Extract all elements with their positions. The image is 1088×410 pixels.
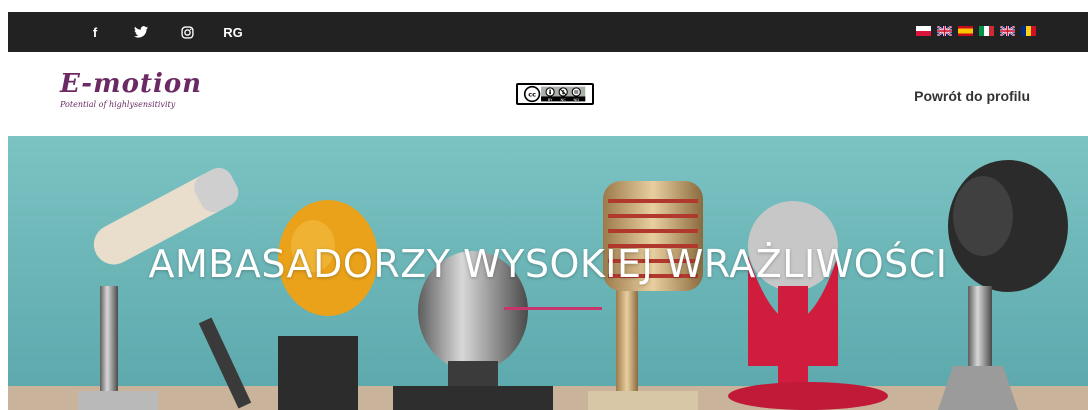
facebook-icon[interactable]: f bbox=[82, 12, 108, 52]
svg-text:NC: NC bbox=[561, 98, 567, 102]
cc-by-nc-nd-icon[interactable]: cc $ BY NC ND bbox=[516, 83, 594, 105]
svg-text:BY: BY bbox=[548, 98, 553, 102]
romania-flag-icon[interactable] bbox=[1021, 26, 1036, 36]
language-selector bbox=[916, 26, 1036, 36]
site-logo[interactable]: E-motion Potential of highlysensitivity bbox=[60, 70, 210, 122]
svg-text:cc: cc bbox=[528, 90, 536, 98]
poland-flag-icon[interactable] bbox=[916, 26, 931, 36]
logo-title: E-motion bbox=[60, 69, 203, 99]
facebook-glyph: f bbox=[92, 24, 98, 40]
hero-title: AMBASADORZY WYSOKIEJ WRAŻLIWOŚCI bbox=[148, 242, 948, 286]
logo-subtitle: Potential of highlysensitivity bbox=[60, 100, 176, 109]
researchgate-icon[interactable]: RG bbox=[220, 12, 246, 52]
site-header: E-motion Potential of highlysensitivity … bbox=[8, 52, 1088, 136]
instagram-glyph bbox=[180, 25, 194, 39]
top-bar: f RG bbox=[8, 12, 1088, 52]
back-to-profile-link[interactable]: Powrót do profilu bbox=[914, 88, 1030, 104]
social-links: f RG bbox=[82, 12, 266, 52]
svg-text:ND: ND bbox=[573, 98, 579, 102]
twitter-glyph bbox=[134, 26, 148, 38]
researchgate-glyph: RG bbox=[223, 24, 243, 40]
italy-flag-icon[interactable] bbox=[979, 26, 994, 36]
uk-flag-icon-2[interactable] bbox=[1000, 26, 1015, 36]
spain-flag-icon[interactable] bbox=[958, 26, 973, 36]
twitter-icon[interactable] bbox=[128, 12, 154, 52]
hero-banner: AMBASADORZY WYSOKIEJ WRAŻLIWOŚCI bbox=[8, 136, 1088, 410]
uk-flag-icon[interactable] bbox=[937, 26, 952, 36]
instagram-icon[interactable] bbox=[174, 12, 200, 52]
hero-title-underline bbox=[504, 307, 602, 310]
